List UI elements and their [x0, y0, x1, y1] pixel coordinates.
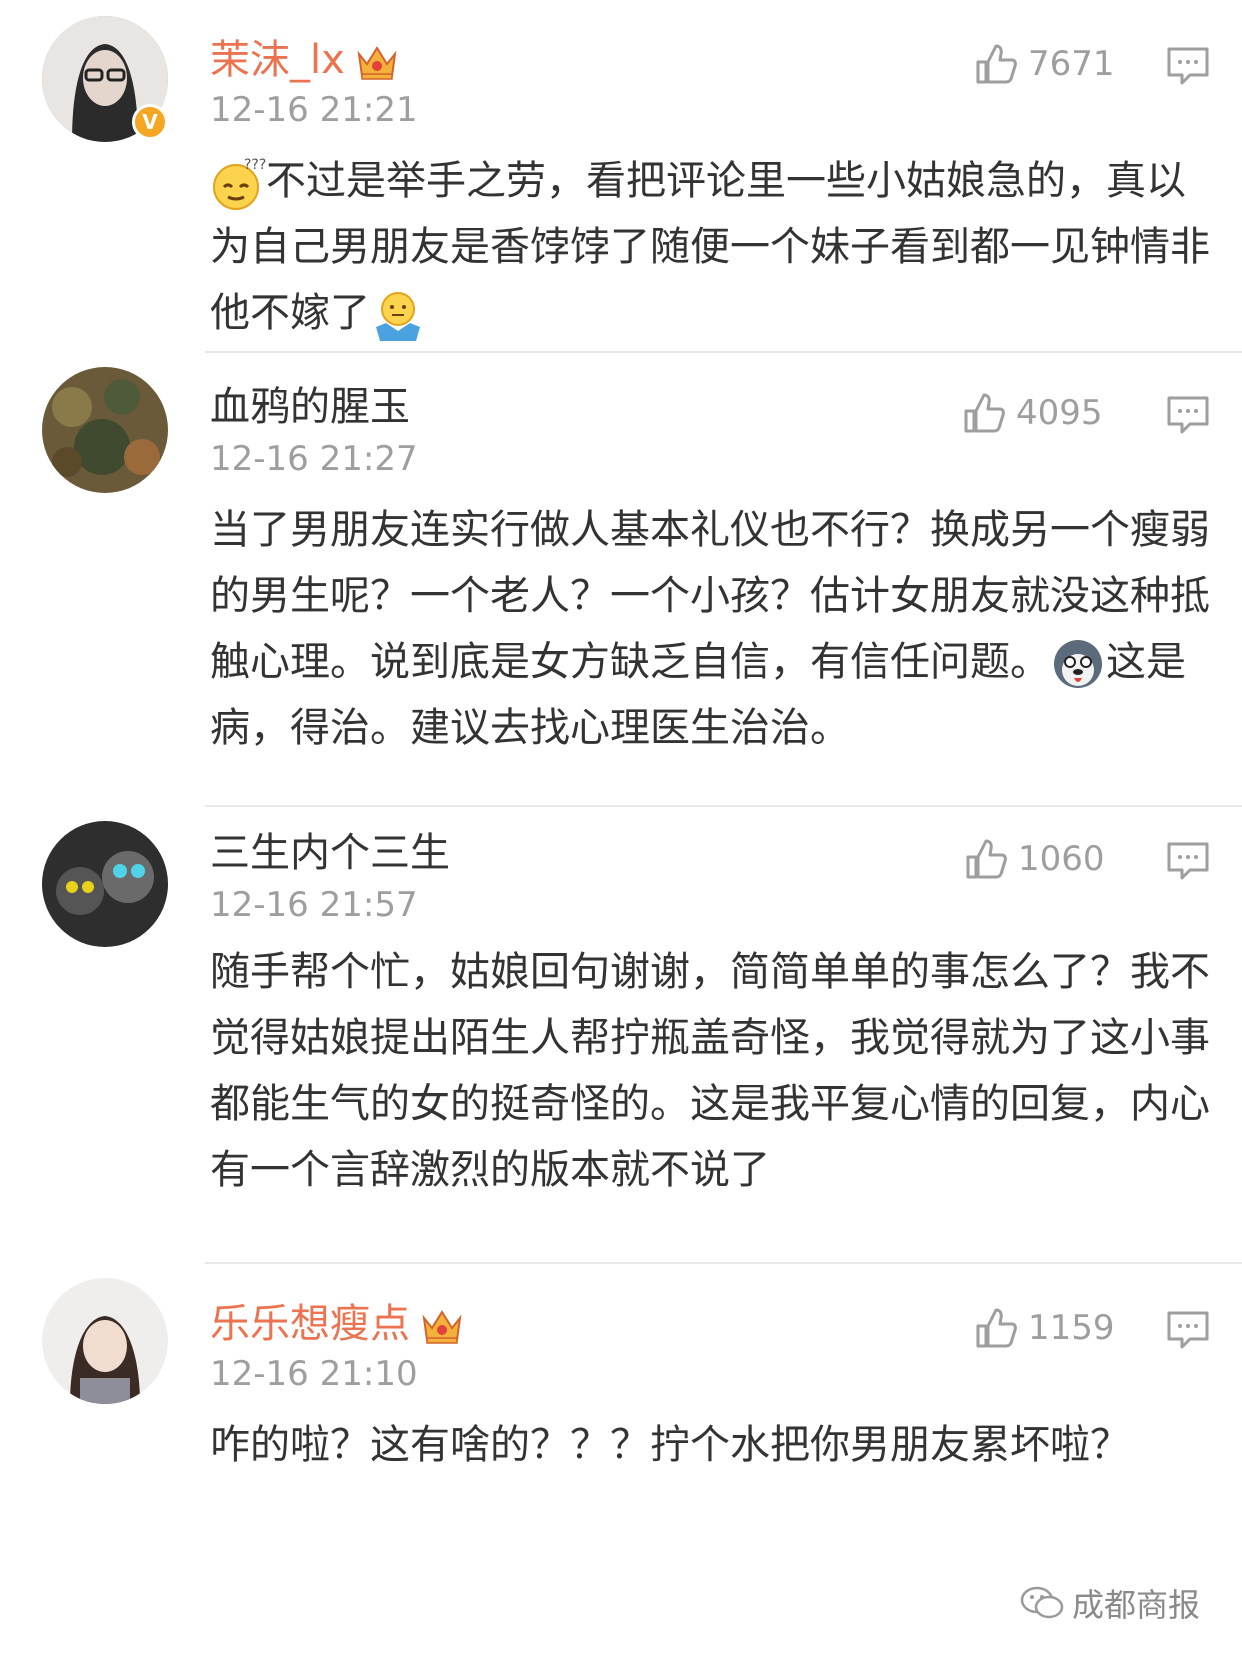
watermark-text: 成都商报 [1072, 1586, 1201, 1624]
username[interactable]: 茉沫_lx [210, 36, 399, 84]
comment-text: ??? 不过是举手之劳，看把评论里一些小姑娘急的，真以为自己男朋友是香饽饽了随便一… [210, 148, 1210, 346]
avatar[interactable] [42, 1278, 168, 1404]
avatar-image [42, 1278, 168, 1404]
thumbs-up-icon [966, 839, 1007, 879]
comment-item: 三生内个三生 12-16 21:57 1060 随手帮个忙，姑娘回句谢谢，简简单… [0, 807, 1242, 1261]
crown-icon [357, 46, 397, 80]
timestamp: 12-16 21:57 [210, 885, 418, 925]
username[interactable]: 血鸦的腥玉 [210, 383, 410, 431]
avatar[interactable] [42, 821, 168, 947]
like-count: 4095 [1016, 393, 1103, 433]
username[interactable]: 乐乐想瘦点 [210, 1300, 464, 1348]
watermark: 成都商报 [1020, 1580, 1200, 1626]
comment-item: V 茉沫_lx 12-16 21:21 7671 ??? 不过是举手之劳，看把评论… [0, 0, 1242, 352]
verified-badge: V [132, 104, 168, 140]
comment-reply-icon[interactable] [1166, 841, 1210, 881]
comment-text-content: 咋的啦？这有啥的？？？拧个水把你男朋友累坏啦？ [210, 1422, 1130, 1468]
username-text[interactable]: 茉沫_lx [210, 37, 345, 83]
like-button[interactable]: 1060 [964, 837, 1105, 881]
like-count: 7671 [1028, 44, 1115, 84]
like-count: 1060 [1018, 839, 1105, 879]
avatar-image [42, 367, 168, 493]
husky-emoji-icon [1054, 640, 1102, 688]
comment-text-content: 不过是举手之劳，看把评论里一些小姑娘急的，真以为自己男朋友是香饽饽了随便一个妹子… [210, 158, 1210, 336]
thumbs-up-icon [976, 1308, 1017, 1348]
like-button[interactable]: 1159 [974, 1306, 1115, 1350]
comment-reply-icon[interactable] [1166, 1310, 1210, 1350]
avatar[interactable] [42, 367, 168, 493]
comment-item: 血鸦的腥玉 12-16 21:27 4095 当了男朋友连实行做人基本礼仪也不行… [0, 353, 1242, 805]
like-button[interactable]: 7671 [974, 42, 1115, 86]
thumbs-up-icon [976, 44, 1017, 84]
username-text[interactable]: 乐乐想瘦点 [210, 1301, 410, 1347]
shrug-emoji-icon [376, 292, 420, 341]
comment-text: 咋的啦？这有啥的？？？拧个水把你男朋友累坏啦？ [210, 1412, 1210, 1478]
comment-text-content: 随手帮个忙，姑娘回句谢谢，简简单单的事怎么了？我不觉得姑娘提出陌生人帮拧瓶盖奇怪… [210, 949, 1210, 1193]
comment-reply-icon[interactable] [1166, 395, 1210, 435]
like-count: 1159 [1028, 1308, 1115, 1348]
svg-text:???: ??? [244, 157, 266, 173]
avatar-image [42, 821, 168, 947]
thumbs-up-icon [964, 393, 1005, 433]
comment-text: 当了男朋友连实行做人基本礼仪也不行？换成另一个瘦弱的男生呢？一个老人？一个小孩？… [210, 497, 1210, 761]
crown-icon [422, 1310, 462, 1344]
like-button[interactable]: 4095 [962, 391, 1103, 435]
timestamp: 12-16 21:21 [210, 90, 418, 130]
comment-text: 随手帮个忙，姑娘回句谢谢，简简单单的事怎么了？我不觉得姑娘提出陌生人帮拧瓶盖奇怪… [210, 939, 1210, 1203]
thinking-emoji-icon: ??? [213, 157, 266, 210]
username[interactable]: 三生内个三生 [210, 829, 450, 877]
timestamp: 12-16 21:10 [210, 1354, 418, 1394]
wechat-icon [1020, 1586, 1064, 1619]
comment-reply-icon[interactable] [1166, 46, 1210, 86]
timestamp: 12-16 21:27 [210, 439, 418, 479]
